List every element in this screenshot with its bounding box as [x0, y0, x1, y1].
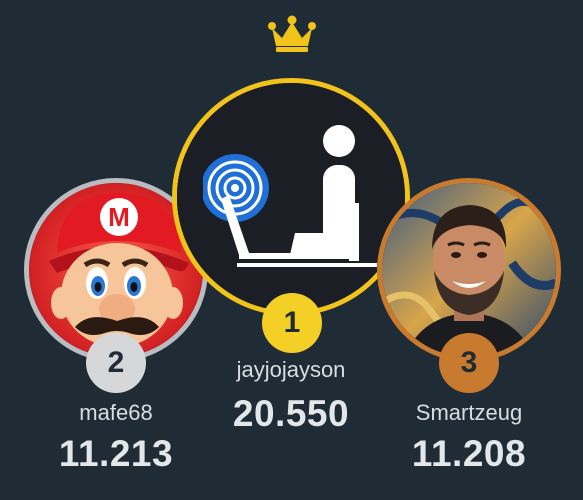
- svg-text:M: M: [108, 202, 130, 232]
- rank-badge-1: 1: [262, 293, 322, 353]
- score-rank-3: 11.208: [411, 433, 527, 474]
- rank-badge-2: 2: [86, 333, 146, 393]
- username-rank-1[interactable]: jayjojayson: [181, 357, 401, 383]
- username-rank-3[interactable]: Smartzeug: [369, 400, 569, 426]
- rank-badge-3: 3: [439, 333, 499, 393]
- crown-icon: [266, 14, 318, 54]
- user-avatar-rank-1[interactable]: [172, 78, 410, 316]
- username-rank-2[interactable]: mafe68: [16, 400, 216, 426]
- score-rank-2: 11.213: [58, 433, 174, 474]
